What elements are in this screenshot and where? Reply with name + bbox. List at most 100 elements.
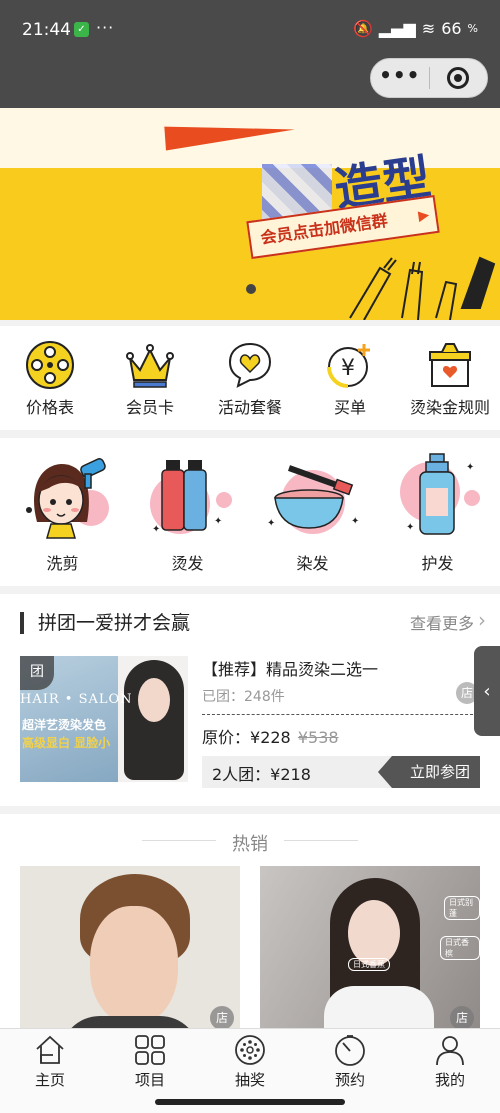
price-row: 原价：¥228 ¥538	[202, 724, 339, 748]
service-categories: 洗剪 ✦ ✦ 烫发 ✦ ✦ 染发 ✦ ✦ 护发	[0, 438, 500, 586]
hot-product-card[interactable]: 日式别蓬 日式香槟 日式香蕉 店	[260, 866, 480, 1028]
model-face	[348, 900, 400, 966]
category-wash-cut[interactable]: 洗剪	[0, 438, 125, 586]
menu-item-label: 活动套餐	[217, 398, 282, 417]
category-dye[interactable]: ✦ ✦ 染发	[250, 438, 375, 586]
quick-menu: 价格表 会员卡 活动套餐 ¥ 买单 烫染金规则	[0, 326, 500, 430]
bottom-tab-bar: 主页 项目 抽奖 预约 我的	[0, 1028, 500, 1092]
title-line-right	[284, 840, 358, 841]
lottery-wheel-icon	[235, 1035, 265, 1065]
gift-box-icon	[429, 343, 471, 387]
model-shirt	[60, 1016, 200, 1028]
photo-label: 日式香槟	[440, 936, 480, 960]
tab-projects[interactable]: 项目	[100, 1029, 200, 1092]
section-marker	[20, 612, 24, 634]
more-button[interactable]: •••	[371, 59, 429, 97]
chevron-right-icon: ›	[478, 608, 486, 632]
old-price: ¥538	[297, 728, 339, 747]
film-reel-icon	[26, 341, 74, 389]
category-hair-care[interactable]: ✦ ✦ 护发	[375, 438, 500, 586]
tab-lottery[interactable]: 抽奖	[200, 1029, 300, 1092]
side-drawer-toggle[interactable]: ‹	[474, 646, 500, 736]
dashed-divider	[202, 714, 478, 715]
chevron-left-icon: ‹	[483, 680, 491, 702]
status-right-icons: 🔕 ▂▄▆ ≋ 66%	[353, 19, 478, 38]
signal-icon: ▂▄▆	[378, 19, 416, 38]
status-bar: 21:44 ✓ ··· 🔕 ▂▄▆ ≋ 66%	[0, 0, 500, 58]
model-face	[138, 678, 170, 722]
svg-text:✦: ✦	[214, 516, 222, 527]
join-group-button[interactable]: 立即参团	[378, 756, 480, 788]
tab-booking[interactable]: 预约	[300, 1029, 400, 1092]
svg-text:¥: ¥	[341, 356, 355, 381]
menu-item-activity-package[interactable]: 活动套餐	[200, 326, 300, 430]
tab-home[interactable]: 主页	[0, 1029, 100, 1092]
category-perm[interactable]: ✦ ✦ 烫发	[125, 438, 250, 586]
svg-text:✦: ✦	[351, 516, 359, 527]
model-face	[90, 906, 178, 1024]
group-badge: 团	[20, 656, 54, 690]
status-time: 21:44	[22, 20, 71, 40]
promo-banner[interactable]: 造型 会员点击加微信群	[0, 108, 500, 320]
model-shirt	[324, 986, 434, 1028]
product-info[interactable]: 【推荐】精品烫染二选一 已团：248件 店 原价：¥228 ¥538 2人团：¥…	[202, 656, 482, 788]
photo-label: 日式香蕉	[348, 958, 390, 971]
yen-coin-icon: ¥	[327, 344, 370, 388]
view-more-link[interactable]: 查看更多	[410, 610, 474, 634]
store-badge: 店	[210, 1006, 234, 1028]
grid-icon	[135, 1035, 165, 1065]
mute-icon: 🔕	[352, 19, 373, 38]
team-price-bar: 2人团：¥218 立即参团	[202, 756, 480, 788]
promo-line-1: 超洋艺烫染发色	[22, 718, 107, 732]
percent-sign: %	[467, 22, 478, 35]
crown-icon	[126, 344, 174, 388]
category-label: 洗剪	[46, 554, 79, 573]
user-icon	[436, 1036, 464, 1066]
menu-item-label: 烫染金规则	[409, 398, 490, 417]
hair-tools-icon	[349, 256, 496, 320]
tab-label: 预约	[334, 1071, 365, 1089]
promo-line-2: 高级显白 显脸小	[22, 736, 111, 750]
menu-item-price-list[interactable]: 价格表	[0, 326, 100, 430]
section-title: 拼团一爱拼才会赢	[38, 612, 191, 634]
category-label: 烫发	[171, 554, 204, 573]
product-name: 【推荐】精品烫染二选一	[202, 660, 379, 679]
menu-item-label: 会员卡	[125, 398, 174, 417]
tab-mine[interactable]: 我的	[400, 1029, 500, 1092]
tab-label: 抽奖	[234, 1071, 265, 1089]
miniprogram-capsule: •••	[370, 58, 488, 98]
svg-text:✦: ✦	[466, 462, 474, 473]
hot-product-card[interactable]: 店	[20, 866, 240, 1028]
tab-label: 主页	[34, 1071, 65, 1089]
svg-text:✦: ✦	[406, 522, 414, 533]
tab-label: 项目	[134, 1071, 165, 1089]
home-indicator	[0, 1092, 500, 1113]
svg-text:✦: ✦	[152, 524, 160, 535]
photo-label: 日式别蓬	[444, 896, 480, 920]
product-image[interactable]: 团 HAIR • SALON 超洋艺烫染发色 高级显白 显脸小	[20, 656, 188, 782]
menu-item-label: 价格表	[25, 398, 74, 417]
hot-title: 热销	[232, 834, 268, 855]
menu-item-member-card[interactable]: 会员卡	[100, 326, 200, 430]
close-miniprogram-button[interactable]	[430, 59, 488, 97]
more-dots-icon: •••	[379, 63, 421, 87]
category-label: 染发	[296, 554, 329, 573]
team-price: 2人团：¥218	[212, 765, 311, 784]
group-buy-header: 拼团一爱拼才会赢 查看更多 ›	[20, 608, 486, 638]
hot-section: 热销 店 日式别蓬 日式香槟 日式香蕉 店	[0, 814, 500, 1028]
menu-item-dye-rules[interactable]: 烫染金规则	[400, 326, 500, 430]
svg-text:✦: ✦	[267, 518, 275, 529]
battery-level: 66	[441, 19, 462, 38]
banner-page-dot[interactable]	[246, 284, 256, 294]
dye-bowl-icon: ✦ ✦	[267, 465, 359, 534]
category-label: 护发	[421, 554, 454, 573]
home-icon	[36, 1035, 64, 1064]
spray-bottle-icon: ✦ ✦	[399, 453, 480, 535]
salon-text: HAIR • SALON	[20, 692, 133, 707]
status-more-dots: ···	[96, 18, 115, 37]
sold-count: 已团：248件	[202, 689, 285, 705]
menu-item-pay[interactable]: ¥ 买单	[300, 326, 400, 430]
girl-dryer-icon	[25, 458, 109, 539]
tab-label: 我的	[434, 1071, 465, 1089]
heart-chat-icon	[228, 342, 272, 388]
